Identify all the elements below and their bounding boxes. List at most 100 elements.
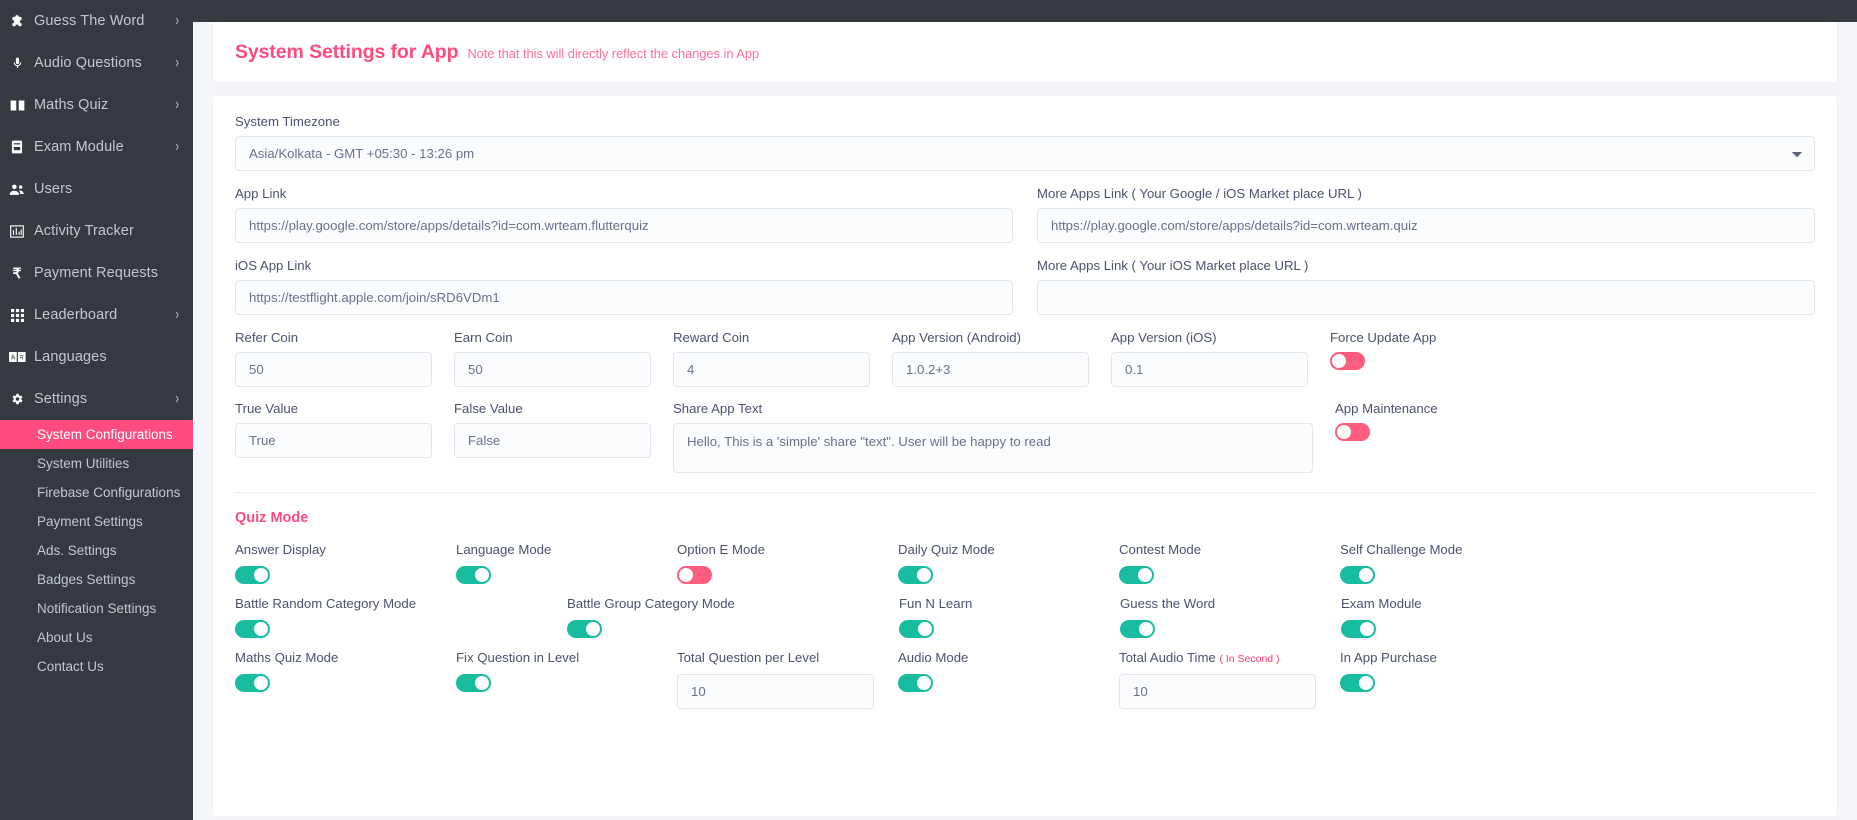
- sidebar-subitem-badges-settings[interactable]: Badges Settings: [0, 565, 193, 594]
- true-value-input[interactable]: [235, 423, 432, 458]
- in-app-purchase-toggle[interactable]: [1340, 674, 1375, 692]
- refer-coin-group: Refer Coin: [235, 330, 432, 387]
- links-row-2: iOS App Link More Apps Link ( Your iOS M…: [235, 258, 1815, 315]
- exam-module-toggle[interactable]: [1341, 620, 1376, 638]
- sidebar-subitem-contact-us[interactable]: Contact Us: [0, 652, 193, 681]
- gear-icon: [0, 392, 34, 406]
- sidebar-subitem-payment-settings[interactable]: Payment Settings: [0, 507, 193, 536]
- sidebar-item-audio-questions[interactable]: Audio Questions ›: [0, 42, 193, 84]
- maths-quiz-mode-group: Maths Quiz Mode: [235, 650, 456, 709]
- sidebar-item-payment-requests[interactable]: ₹ Payment Requests: [0, 252, 193, 294]
- sidebar-item-languages[interactable]: Aन Languages: [0, 336, 193, 378]
- fix-question-in-level-label: Fix Question in Level: [456, 650, 580, 665]
- sidebar-item-settings[interactable]: Settings ›: [0, 378, 193, 420]
- total-question-per-level-group: Total Question per Level: [677, 650, 898, 709]
- toggle-knob: [1359, 568, 1373, 582]
- true-value-label: True Value: [235, 401, 299, 416]
- app-maintenance-group: App Maintenance: [1335, 401, 1532, 478]
- total-audio-time-input[interactable]: [1119, 674, 1316, 709]
- earn-coin-input[interactable]: [454, 352, 651, 387]
- app-version-ios-group: App Version (iOS): [1111, 330, 1308, 387]
- sidebar-item-guess-the-word[interactable]: Guess The Word ›: [0, 0, 193, 42]
- battle-random-category-group: Battle Random Category Mode: [235, 596, 567, 638]
- clipboard-icon: [0, 140, 34, 154]
- total-question-per-level-input[interactable]: [677, 674, 874, 709]
- force-update-toggle[interactable]: [1330, 352, 1365, 370]
- battle-group-category-toggle[interactable]: [567, 620, 602, 638]
- maths-quiz-mode-label: Maths Quiz Mode: [235, 650, 339, 665]
- sidebar-subitem-ads-settings[interactable]: Ads. Settings: [0, 536, 193, 565]
- chevron-right-icon: ›: [175, 12, 179, 30]
- sidebar-subitem-label: About Us: [37, 630, 93, 645]
- language-mode-toggle[interactable]: [456, 566, 491, 584]
- app-link-group: App Link: [235, 186, 1013, 243]
- ios-app-link-input[interactable]: [235, 280, 1013, 315]
- toggle-knob: [1360, 622, 1374, 636]
- contest-mode-toggle[interactable]: [1119, 566, 1154, 584]
- sidebar-subitem-firebase-configurations[interactable]: Firebase Configurations: [0, 478, 193, 507]
- app-link-label: App Link: [235, 186, 287, 201]
- app-version-ios-input[interactable]: [1111, 352, 1308, 387]
- app-version-android-input[interactable]: [892, 352, 1089, 387]
- sidebar-item-leaderboard[interactable]: Leaderboard ›: [0, 294, 193, 336]
- daily-quiz-mode-toggle[interactable]: [898, 566, 933, 584]
- false-value-label: False Value: [454, 401, 523, 416]
- toggle-knob: [1138, 568, 1152, 582]
- fun-n-learn-toggle[interactable]: [899, 620, 934, 638]
- sidebar-subitem-label: Contact Us: [37, 659, 104, 674]
- fix-question-in-level-toggle[interactable]: [456, 674, 491, 692]
- language-mode-label: Language Mode: [456, 542, 552, 557]
- answer-display-toggle[interactable]: [235, 566, 270, 584]
- option-e-mode-toggle[interactable]: [677, 566, 712, 584]
- self-challenge-mode-toggle[interactable]: [1340, 566, 1375, 584]
- app-version-ios-label: App Version (iOS): [1111, 330, 1217, 345]
- total-audio-time-label: Total Audio Time ( In Second ): [1119, 650, 1340, 665]
- sidebar-item-exam-module[interactable]: Exam Module ›: [0, 126, 193, 168]
- sidebar-subitem-label: System Utilities: [37, 456, 130, 471]
- more-apps-ios-input[interactable]: [1037, 280, 1815, 315]
- reward-coin-input[interactable]: [673, 352, 870, 387]
- toggle-knob: [918, 622, 932, 636]
- option-e-mode-label: Option E Mode: [677, 542, 765, 557]
- sidebar-item-label: Settings: [34, 391, 88, 407]
- app-maintenance-toggle[interactable]: [1335, 423, 1370, 441]
- share-app-text-group: Share App Text Hello, This is a 'simple'…: [673, 401, 1313, 478]
- page-title: System Settings for App: [235, 41, 459, 63]
- toggle-knob: [1337, 425, 1351, 439]
- battle-random-category-toggle[interactable]: [235, 620, 270, 638]
- grid-icon: [0, 308, 34, 322]
- guess-the-word-toggle[interactable]: [1120, 620, 1155, 638]
- sidebar-subitem-label: Ads. Settings: [37, 543, 117, 558]
- sidebar-subitem-label: Firebase Configurations: [37, 485, 181, 500]
- sidebar-subitem-about-us[interactable]: About Us: [0, 623, 193, 652]
- app-link-input[interactable]: [235, 208, 1013, 243]
- users-icon: [0, 183, 34, 196]
- sidebar-subitem-system-configurations[interactable]: System Configurations: [0, 420, 193, 449]
- sidebar-item-users[interactable]: Users: [0, 168, 193, 210]
- in-app-purchase-group: In App Purchase: [1340, 650, 1561, 709]
- daily-quiz-mode-group: Daily Quiz Mode: [898, 542, 1119, 584]
- app-version-android-label: App Version (Android): [892, 330, 1022, 345]
- audio-mode-toggle[interactable]: [898, 674, 933, 692]
- sidebar-subitem-system-utilities[interactable]: System Utilities: [0, 449, 193, 478]
- svg-text:न: न: [19, 355, 23, 362]
- sidebar-subitem-notification-settings[interactable]: Notification Settings: [0, 594, 193, 623]
- chevron-right-icon: ›: [175, 390, 179, 408]
- more-apps-ios-group: More Apps Link ( Your iOS Market place U…: [1037, 258, 1815, 315]
- chevron-right-icon: ›: [175, 306, 179, 324]
- sidebar-item-activity-tracker[interactable]: Activity Tracker: [0, 210, 193, 252]
- false-value-input[interactable]: [454, 423, 651, 458]
- sidebar-item-label: Leaderboard: [34, 307, 118, 323]
- sidebar-item-maths-quiz[interactable]: Maths Quiz ›: [0, 84, 193, 126]
- share-app-text-textarea[interactable]: Hello, This is a 'simple' share "text". …: [673, 423, 1313, 473]
- refer-coin-input[interactable]: [235, 352, 432, 387]
- maths-quiz-mode-toggle[interactable]: [235, 674, 270, 692]
- false-value-group: False Value: [454, 401, 651, 478]
- toggle-knob: [1332, 354, 1346, 368]
- timezone-select[interactable]: Asia/Kolkata - GMT +05:30 - 13:26 pm: [235, 136, 1815, 171]
- more-apps-google-input[interactable]: [1037, 208, 1815, 243]
- page-subtitle: Note that this will directly reflect the…: [467, 46, 760, 61]
- sidebar-item-label: Payment Requests: [34, 265, 159, 281]
- toggle-knob: [917, 676, 931, 690]
- app-maintenance-label: App Maintenance: [1335, 401, 1438, 416]
